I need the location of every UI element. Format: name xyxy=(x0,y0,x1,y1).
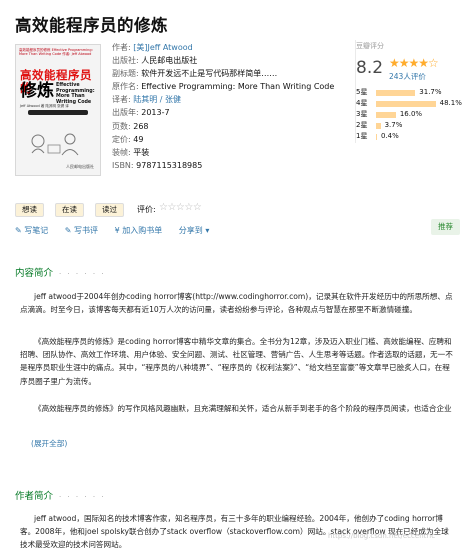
read-button[interactable]: 读过 xyxy=(95,203,124,217)
rate-stars-input[interactable]: ☆☆☆☆☆ xyxy=(159,202,202,213)
rating-bar xyxy=(376,122,381,129)
rating-row-label: 4星 xyxy=(356,99,368,107)
info-pubyear: 出版年: 2013-7 xyxy=(112,108,170,118)
add-to-cart-link[interactable]: ¥ 加入购书单 xyxy=(115,226,163,235)
action-links: ✎ 写笔记 ✎ 写书评 ¥ 加入购书单 分享到 ▾ xyxy=(15,225,223,236)
intro-paragraph-2: 《高效能程序员的修炼》是coding horror博客中精华文章的集合。全书分为… xyxy=(20,337,453,386)
cover-english-title: Effective Programming: More Than Writing… xyxy=(56,83,95,105)
info-publisher: 出版社: 人民邮电出版社 xyxy=(112,56,198,66)
rate-label: 评价: xyxy=(137,205,156,214)
info-isbn: ISBN: 9787115318985 xyxy=(112,160,203,170)
book-cover-image[interactable]: 高效能程序员的修炼 Effective Programming: More Th… xyxy=(15,44,101,176)
cover-illustration xyxy=(31,133,79,156)
info-price: 定价: 49 xyxy=(112,134,144,144)
cover-subtitle: Jeff Atwood 著 陆其明 张健 译 xyxy=(20,104,69,108)
rating-row-5star: 5星 31.7% xyxy=(356,88,468,97)
rating-percent: 16.0% xyxy=(399,110,423,118)
author-link[interactable]: [美]Jeff Atwood xyxy=(133,43,192,52)
rating-row-label: 5星 xyxy=(356,88,368,96)
rating-row-label: 2星 xyxy=(356,121,368,129)
rating-row-3star: 3星 16.0% xyxy=(356,110,468,119)
expand-all-link[interactable]: (展开全部) xyxy=(31,438,67,449)
write-review-link[interactable]: ✎ 写书评 xyxy=(65,226,98,235)
rating-bar xyxy=(376,133,377,140)
author-section-title: 作者简介 · · · · · · xyxy=(15,491,106,502)
want-read-button[interactable]: 想读 xyxy=(15,203,44,217)
rating-row-4star: 4星 48.1% xyxy=(356,99,468,108)
rating-score: 8.2 xyxy=(356,58,384,78)
info-binding: 装帧: 平装 xyxy=(112,147,150,157)
cover-band xyxy=(28,110,88,115)
intro-paragraph-3: 《高效能程序员的修炼》的写作风格风趣幽默，且充满理解和关怀，适合从新手到老手的各… xyxy=(34,404,452,413)
rating-bar xyxy=(376,89,416,96)
rating-percent: 0.4% xyxy=(381,132,399,140)
info-pages: 页数: 268 xyxy=(112,121,149,131)
recommend-button[interactable]: 推荐 xyxy=(431,219,460,235)
rating-title: 豆瓣评分 xyxy=(356,42,384,50)
rating-percent: 3.7% xyxy=(384,121,403,129)
rating-row-label: 1星 xyxy=(356,132,368,140)
book-info: 作者: [美]Jeff Atwood 出版社: 人民邮电出版社 副标题: 软件开… xyxy=(112,41,342,172)
rating-panel: 豆瓣评分 8.2 ★★★★☆ 243人评价 5星 31.7% 4星 48.1% 3星 16… xyxy=(355,40,467,143)
intro-section-title: 内容简介 · · · · · · xyxy=(15,268,106,279)
rating-count-link[interactable]: 243人评价 xyxy=(389,71,426,82)
rating-row-1star: 1星 0.4% xyxy=(356,132,468,141)
intro-paragraph-1: jeff atwood于2004年创办coding horror博客(http:… xyxy=(20,292,453,315)
rating-row-label: 3星 xyxy=(356,110,368,118)
cover-publisher-mark: 人民邮电出版社 xyxy=(66,164,94,169)
cover-top-text: 高效能程序员的修炼 Effective Programming: More Th… xyxy=(19,48,93,56)
cover-title-line2: 修炼 xyxy=(20,81,54,101)
info-original-title: 原作名: Effective Programming: More Than Wr… xyxy=(112,82,335,92)
write-note-link[interactable]: ✎ 写笔记 xyxy=(15,226,48,235)
rating-bar xyxy=(376,100,436,107)
book-page: 高效能程序员的修炼 高效能程序员的修炼 Effective Programmin… xyxy=(0,0,474,555)
rating-percent: 31.7% xyxy=(419,88,442,96)
rating-percent: 48.1% xyxy=(439,99,462,107)
rating-stars-icon: ★★★★☆ xyxy=(389,56,439,70)
share-dropdown[interactable]: 分享到 ▾ xyxy=(179,226,210,235)
reading-button[interactable]: 在读 xyxy=(55,203,84,217)
info-translator: 译者: 陆其明 / 张健 xyxy=(112,95,182,105)
rating-bar xyxy=(376,111,396,118)
info-author: 作者: [美]Jeff Atwood xyxy=(112,43,193,52)
watermark: https://blog.csdn.net/eccentric xyxy=(328,532,436,540)
page-title: 高效能程序员的修炼 xyxy=(15,16,168,35)
info-subtitle: 副标题: 软件开发远不止是写代码那样简单…… xyxy=(112,69,278,79)
rating-row-2star: 2星 3.7% xyxy=(356,121,468,130)
translator-link[interactable]: 陆其明 / 张健 xyxy=(133,95,181,104)
